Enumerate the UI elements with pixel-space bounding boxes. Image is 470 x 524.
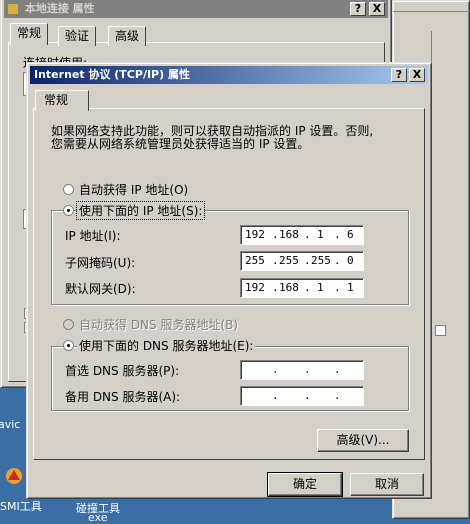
auto-dns-label[interactable]: 自动获得 DNS 服务器地址(B)	[79, 316, 238, 333]
tcpip-title: Internet 协议 (TCP/IP) 属性	[34, 68, 190, 81]
advanced-button[interactable]: 高级(V)...	[317, 429, 409, 452]
alternate-dns-label: 备用 DNS 服务器(A):	[65, 390, 181, 404]
help-button[interactable]: ?	[391, 68, 407, 82]
cancel-button[interactable]: 取消	[350, 473, 424, 496]
tcpip-properties-dialog: Internet 协议 (TCP/IP) 属性 ? X 常规 如果网络支持此功能…	[26, 62, 432, 499]
ok-button[interactable]: 确定	[267, 472, 343, 497]
gw-octet-2: 168	[279, 281, 299, 294]
ip-octet-3: 1	[317, 228, 324, 241]
adns-dot-1: .	[272, 389, 279, 402]
pdns-dot-1: .	[272, 363, 279, 376]
ip-dot-1: .	[272, 228, 279, 241]
auto-ip-radio[interactable]	[63, 184, 74, 195]
mask-dot-1: .	[272, 254, 279, 267]
mask-octet-1: 255	[245, 254, 265, 267]
bg-tab-auth[interactable]: 验证	[58, 26, 97, 46]
manual-ip-radio[interactable]	[63, 205, 74, 216]
close-button[interactable]: X	[409, 68, 425, 82]
pdns-dot-3: .	[334, 363, 341, 376]
adns-dot-2: .	[304, 389, 311, 402]
mask-dot-2: .	[304, 254, 311, 267]
mask-octet-4: 0	[347, 254, 354, 267]
ip-octet-1: 192	[245, 228, 265, 241]
preferred-dns-input[interactable]: . . .	[240, 360, 364, 380]
gw-dot-1: .	[272, 281, 279, 294]
auto-dns-radio[interactable]	[63, 319, 74, 330]
right-partial-checkbox[interactable]	[435, 325, 446, 336]
right-partial-titlebar	[393, 11, 470, 12]
ip-dot-2: .	[304, 228, 311, 241]
gateway-input[interactable]: 192 . 168 . 1 . 1	[240, 278, 364, 298]
desktop-label-exe: exe	[88, 511, 108, 524]
alternate-dns-input[interactable]: . . .	[240, 386, 364, 406]
gw-dot-3: .	[334, 281, 341, 294]
bg-tab-advanced[interactable]: 高级	[108, 26, 147, 46]
adns-dot-3: .	[334, 389, 341, 402]
ip-octet-2: 168	[279, 228, 299, 241]
manual-ip-label[interactable]: 使用下面的 IP 地址(S):	[75, 201, 206, 220]
mask-dot-3: .	[334, 254, 341, 267]
bg-close-button[interactable]: X	[369, 2, 385, 16]
subnet-mask-label: 子网掩码(U):	[65, 256, 136, 270]
pdns-dot-2: .	[304, 363, 311, 376]
gw-dot-2: .	[304, 281, 311, 294]
ip-address-label: IP 地址(I):	[65, 229, 121, 243]
tab-general[interactable]: 常规	[35, 90, 89, 111]
connection-properties-titlebar: 本地连接 属性 ? X	[4, 0, 388, 18]
tcpip-titlebar: Internet 协议 (TCP/IP) 属性 ? X	[30, 66, 428, 84]
bg-tab-general[interactable]: 常规	[10, 23, 49, 45]
ip-dot-3: .	[334, 228, 341, 241]
manual-dns-radio[interactable]	[63, 340, 74, 351]
subnet-mask-input[interactable]: 255 . 255 . 255 . 0	[240, 251, 364, 271]
ip-octet-4: 6	[347, 228, 354, 241]
manual-dns-label[interactable]: 使用下面的 DNS 服务器地址(E):	[77, 337, 256, 354]
gw-octet-4: 1	[347, 281, 354, 294]
connection-properties-title: 本地连接 属性	[24, 2, 95, 15]
auto-ip-label[interactable]: 自动获得 IP 地址(O)	[79, 181, 188, 198]
app-icon	[6, 468, 22, 484]
mask-octet-3: 255	[311, 254, 331, 267]
bg-help-button[interactable]: ?	[350, 2, 366, 16]
description-line-2: 您需要从网络系统管理员处获得适当的 IP 设置。	[51, 137, 310, 151]
gw-octet-1: 192	[245, 281, 265, 294]
desktop-label-avic: avic	[0, 418, 21, 431]
gateway-label: 默认网关(D):	[65, 282, 136, 296]
mask-octet-2: 255	[279, 254, 299, 267]
gw-octet-3: 1	[317, 281, 324, 294]
preferred-dns-label: 首选 DNS 服务器(P):	[65, 364, 180, 378]
ip-address-input[interactable]: 192 . 168 . 1 . 6	[240, 225, 364, 245]
desktop-label-smi: SMI工具	[0, 500, 42, 513]
right-partial-box	[431, 31, 466, 281]
window-icon	[8, 4, 18, 14]
desktop-app-icon[interactable]	[4, 466, 26, 486]
